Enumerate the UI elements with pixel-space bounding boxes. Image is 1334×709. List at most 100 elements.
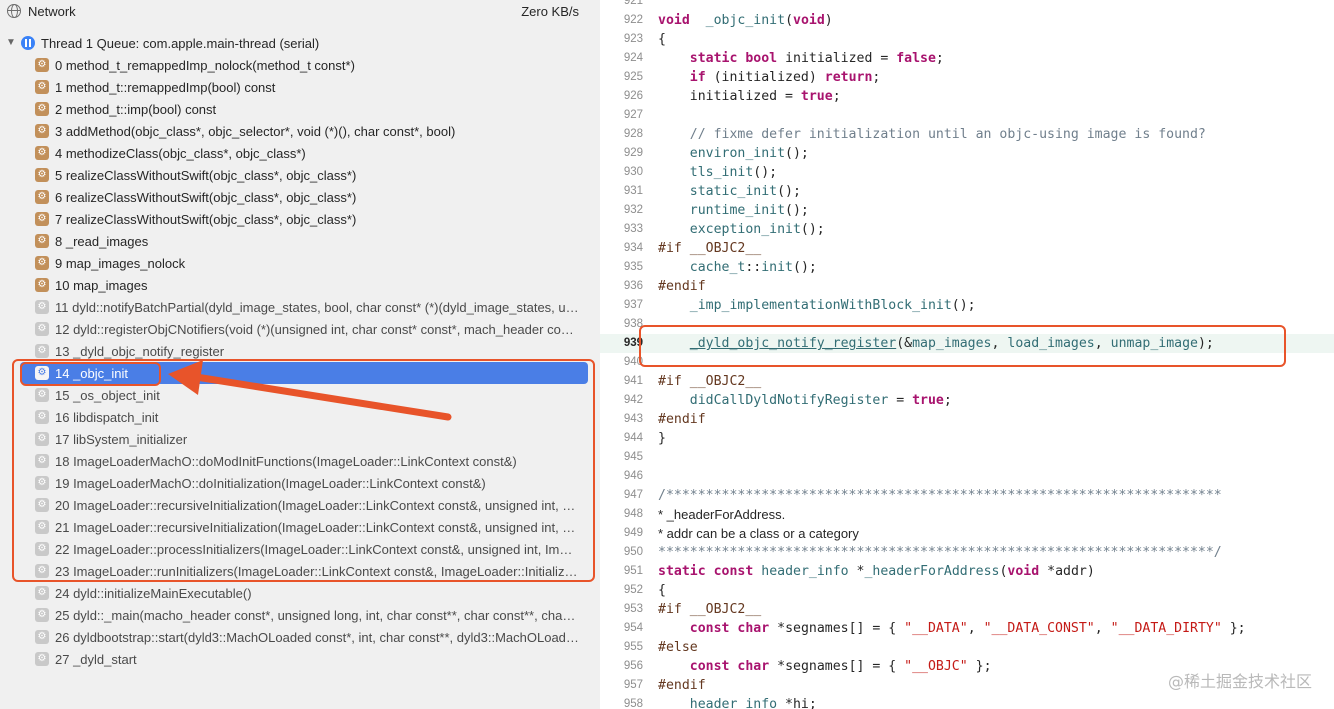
- debug-navigator: Network Zero KB/s ▼ Thread 1 Queue: com.…: [0, 0, 600, 709]
- line-number[interactable]: 930: [600, 163, 643, 182]
- code-line: 931 static_init();: [600, 182, 1334, 201]
- code-line: 921: [600, 0, 1334, 11]
- line-number[interactable]: 922: [600, 11, 643, 30]
- code-token: header_info: [761, 564, 849, 579]
- line-number[interactable]: 950: [600, 543, 643, 562]
- code-text: #endif: [658, 410, 706, 429]
- line-number[interactable]: 958: [600, 695, 643, 709]
- line-number[interactable]: 954: [600, 619, 643, 638]
- line-number[interactable]: 949: [600, 524, 643, 543]
- code-token: static: [658, 564, 706, 579]
- stack-frame[interactable]: ⚙ 8 _read_images: [0, 230, 600, 252]
- line-number[interactable]: 921: [600, 0, 643, 11]
- line-number[interactable]: 953: [600, 600, 643, 619]
- code-token: #endif: [658, 279, 706, 294]
- line-number[interactable]: 925: [600, 68, 643, 87]
- line-number[interactable]: 957: [600, 676, 643, 695]
- code-token: return: [824, 70, 873, 85]
- code-text: environ_init();: [658, 144, 809, 163]
- code-token: /***************************************…: [658, 488, 1222, 503]
- stack-frame[interactable]: ⚙ 1 method_t::remappedImp(bool) const: [0, 76, 600, 98]
- stack-frame[interactable]: ⚙ 11 dyld::notifyBatchPartial(dyld_image_…: [0, 296, 600, 318]
- line-number[interactable]: 937: [600, 296, 643, 315]
- code-token: ();: [785, 203, 809, 218]
- line-number[interactable]: 946: [600, 467, 643, 486]
- code-text: }: [658, 429, 666, 448]
- stack-frame[interactable]: ⚙ 25 dyld::_main(macho_header const*, uns…: [0, 604, 600, 626]
- stack-frame[interactable]: ⚙ 12 dyld::registerObjCNotifiers(void (*)…: [0, 318, 600, 340]
- frame-label: 6 realizeClassWithoutSwift(objc_class*, …: [55, 189, 357, 205]
- line-number[interactable]: 939: [600, 334, 643, 353]
- line-number[interactable]: 926: [600, 87, 643, 106]
- code-line: 944}: [600, 429, 1334, 448]
- frame-label: 12 dyld::registerObjCNotifiers(void (*)(…: [55, 321, 579, 337]
- line-number[interactable]: 941: [600, 372, 643, 391]
- line-number[interactable]: 952: [600, 581, 643, 600]
- code-text: static bool initialized = false;: [658, 49, 944, 68]
- line-number[interactable]: 956: [600, 657, 643, 676]
- frame-gear-icon: ⚙: [35, 146, 49, 160]
- stack-frame[interactable]: ⚙ 7 realizeClassWithoutSwift(objc_class*,…: [0, 208, 600, 230]
- code-token: void: [793, 13, 825, 28]
- stack-frame[interactable]: ⚙ 2 method_t::imp(bool) const: [0, 98, 600, 120]
- line-number[interactable]: 948: [600, 505, 643, 524]
- code-text: static const header_info *_headerForAddr…: [658, 562, 1095, 581]
- disclosure-triangle-icon[interactable]: ▼: [6, 37, 16, 48]
- code-text: #if __OBJC2__: [658, 372, 761, 391]
- stack-frame[interactable]: ⚙ 5 realizeClassWithoutSwift(objc_class*,…: [0, 164, 600, 186]
- line-number[interactable]: 929: [600, 144, 643, 163]
- code-text: const char *segnames[] = { "__OBJC" };: [658, 657, 992, 676]
- frame-label: 13 _dyld_objc_notify_register: [55, 343, 225, 359]
- line-number[interactable]: 943: [600, 410, 643, 429]
- line-number[interactable]: 945: [600, 448, 643, 467]
- code-token: *segnames[] = {: [769, 659, 905, 674]
- line-number[interactable]: 933: [600, 220, 643, 239]
- line-number[interactable]: 942: [600, 391, 643, 410]
- stack-frame[interactable]: ⚙ 6 realizeClassWithoutSwift(objc_class*,…: [0, 186, 600, 208]
- network-row[interactable]: Network Zero KB/s: [0, 0, 600, 22]
- stack-frame[interactable]: ⚙ 24 dyld::initializeMainExecutable(): [0, 582, 600, 604]
- line-number[interactable]: 924: [600, 49, 643, 68]
- stack-frame[interactable]: ⚙ 10 map_images: [0, 274, 600, 296]
- stack-frame[interactable]: ⚙ 9 map_images_nolock: [0, 252, 600, 274]
- thread-row[interactable]: ▼ Thread 1 Queue: com.apple.main-thread …: [0, 32, 600, 54]
- line-number[interactable]: 955: [600, 638, 643, 657]
- line-number[interactable]: 928: [600, 125, 643, 144]
- stack-frame[interactable]: ⚙ 4 methodizeClass(objc_class*, objc_clas…: [0, 142, 600, 164]
- line-number[interactable]: 934: [600, 239, 643, 258]
- code-token: "__DATA": [904, 621, 968, 636]
- code-text: #else: [658, 638, 698, 657]
- line-number[interactable]: 936: [600, 277, 643, 296]
- line-number[interactable]: 931: [600, 182, 643, 201]
- line-number[interactable]: 951: [600, 562, 643, 581]
- frame-gear-icon: ⚙: [35, 234, 49, 248]
- code-line: 951 static const header_info *_headerForA…: [600, 562, 1334, 581]
- line-number[interactable]: 923: [600, 30, 643, 49]
- code-text: #if __OBJC2__: [658, 600, 761, 619]
- frame-gear-icon: ⚙: [35, 256, 49, 270]
- frame-gear-icon: ⚙: [35, 586, 49, 600]
- line-number[interactable]: 927: [600, 106, 643, 125]
- stack-frame[interactable]: ⚙ 0 method_t_remappedImp_nolock(method_t …: [0, 54, 600, 76]
- code-line: 952 {: [600, 581, 1334, 600]
- code-token: *: [848, 564, 865, 579]
- code-text: cache_t::init();: [658, 258, 817, 277]
- code-token: init: [761, 260, 793, 275]
- line-number[interactable]: 944: [600, 429, 643, 448]
- stack-frame[interactable]: ⚙ 26 dyldbootstrap::start(dyld3::MachOLoa…: [0, 626, 600, 648]
- stack-frame[interactable]: ⚙ 27 _dyld_start: [0, 648, 600, 670]
- frame-label: 24 dyld::initializeMainExecutable(): [55, 585, 252, 601]
- line-number[interactable]: 940: [600, 353, 643, 372]
- line-number[interactable]: 935: [600, 258, 643, 277]
- stack-frame[interactable]: ⚙ 3 addMethod(objc_class*, objc_selector*…: [0, 120, 600, 142]
- code-line: 942 didCallDyldNotifyRegister = true;: [600, 391, 1334, 410]
- code-token: };: [1221, 621, 1246, 636]
- line-number[interactable]: 938: [600, 315, 643, 334]
- line-number[interactable]: 932: [600, 201, 643, 220]
- code-text: #if __OBJC2__: [658, 239, 761, 258]
- line-number[interactable]: 947: [600, 486, 643, 505]
